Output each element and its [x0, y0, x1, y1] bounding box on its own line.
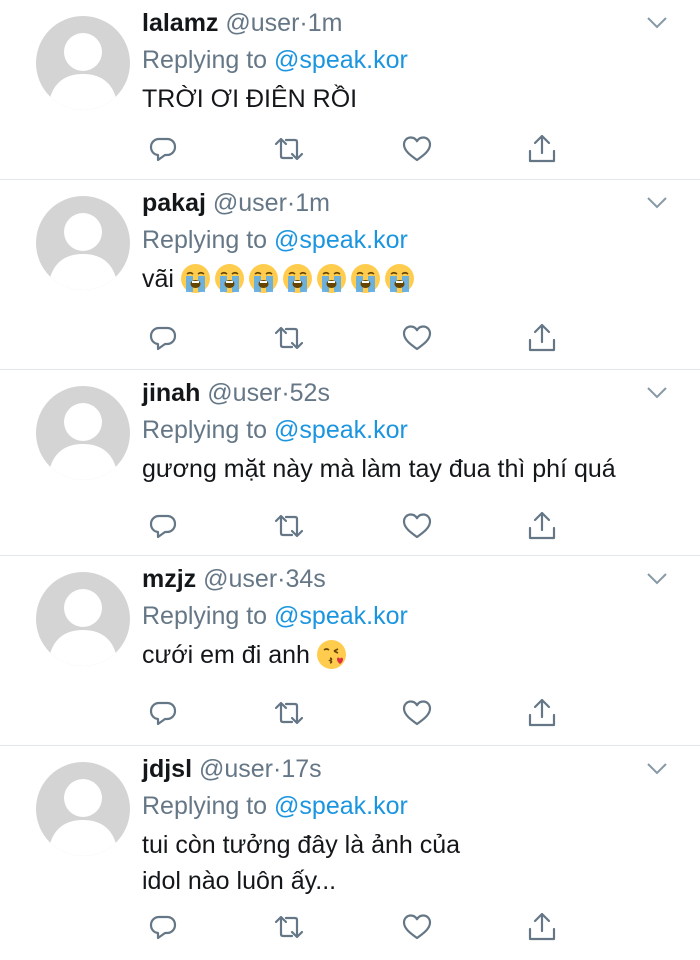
loudly-crying-face-emoji: [282, 264, 312, 293]
mention-link[interactable]: @speak.kor: [274, 602, 408, 630]
retweet-icon[interactable]: [272, 910, 306, 944]
replying-to-label: Replying to: [142, 46, 268, 74]
like-icon[interactable]: [400, 910, 434, 944]
loudly-crying-face-emoji: [180, 264, 210, 293]
like-icon[interactable]: [400, 509, 434, 543]
retweet-icon[interactable]: [272, 509, 306, 543]
reply-icon[interactable]: [146, 696, 180, 730]
tweet-actions: [146, 696, 566, 730]
loudly-crying-face-emoji: [214, 264, 244, 293]
tweet-text-content: cưới em đi anh: [142, 641, 310, 669]
share-icon[interactable]: [525, 132, 559, 166]
timestamp[interactable]: 17s: [281, 755, 321, 783]
tweet[interactable]: mzjz @user·34s Replying to @speak.kor cư…: [0, 556, 700, 746]
display-name[interactable]: pakaj: [142, 189, 206, 217]
display-name[interactable]: lalamz: [142, 9, 218, 37]
loudly-crying-face-emoji: [248, 264, 278, 293]
avatar[interactable]: [36, 196, 130, 290]
tweet-actions: [146, 321, 566, 355]
separator-dot: ·: [281, 379, 290, 407]
timestamp[interactable]: 34s: [285, 565, 325, 593]
chevron-down-icon[interactable]: [646, 386, 668, 400]
mention-link[interactable]: @speak.kor: [274, 792, 408, 820]
separator-dot: ·: [286, 189, 296, 217]
user-handle[interactable]: @user: [199, 755, 273, 783]
tweet-text-content: vãi: [142, 265, 174, 293]
loudly-crying-face-emoji: [316, 264, 346, 293]
user-handle[interactable]: @user: [213, 189, 287, 217]
reply-icon[interactable]: [146, 910, 180, 944]
tweet-text: TRỜI ƠI ĐIÊN RỒI: [142, 85, 358, 113]
tweet[interactable]: pakaj @user·1m Replying to @speak.kor vã…: [0, 180, 700, 370]
replying-to-label: Replying to: [142, 226, 268, 254]
chevron-down-icon[interactable]: [646, 16, 668, 30]
loudly-crying-face-emoji: [384, 264, 414, 293]
chevron-down-icon[interactable]: [646, 762, 668, 776]
replying-to-label: Replying to: [142, 792, 268, 820]
avatar[interactable]: [36, 386, 130, 480]
share-icon[interactable]: [525, 509, 559, 543]
replying-to: Replying to @speak.kor: [142, 415, 680, 445]
tweet-header: mzjz @user·34s: [142, 564, 680, 594]
tweet-actions: [146, 509, 566, 543]
reply-icon[interactable]: [146, 132, 180, 166]
retweet-icon[interactable]: [272, 132, 306, 166]
timestamp[interactable]: 52s: [290, 379, 330, 407]
emoji-row: [316, 640, 351, 669]
tweet-actions: [146, 132, 566, 166]
avatar[interactable]: [36, 16, 130, 110]
separator-dot: ·: [299, 9, 308, 37]
chevron-down-icon[interactable]: [646, 196, 668, 210]
replying-to: Replying to @speak.kor: [142, 225, 680, 255]
chevron-down-icon[interactable]: [646, 572, 668, 586]
like-icon[interactable]: [400, 132, 434, 166]
tweet-text: cưới em đi anh: [142, 637, 680, 673]
display-name[interactable]: jdjsl: [142, 755, 192, 783]
tweet-header: jdjsl @user·17s: [142, 754, 680, 784]
replying-to-label: Replying to: [142, 416, 268, 444]
tweet[interactable]: jdjsl @user·17s Replying to @speak.kor t…: [0, 746, 700, 960]
loudly-crying-face-emoji: [350, 264, 380, 293]
emoji-row: [180, 264, 419, 293]
timestamp[interactable]: 1m: [308, 9, 343, 37]
like-icon[interactable]: [400, 321, 434, 355]
retweet-icon[interactable]: [272, 696, 306, 730]
mention-link[interactable]: @speak.kor: [274, 226, 408, 254]
replying-to: Replying to @speak.kor: [142, 45, 680, 75]
replying-to: Replying to @speak.kor: [142, 791, 680, 821]
share-icon[interactable]: [525, 910, 559, 944]
tweet[interactable]: jinah @user·52s Replying to @speak.kor g…: [0, 370, 700, 556]
avatar[interactable]: [36, 572, 130, 666]
mention-link[interactable]: @speak.kor: [274, 416, 408, 444]
user-handle[interactable]: @user: [225, 9, 299, 37]
tweet-text: tui còn tưởng đây là ảnh của idol nào lu…: [142, 831, 461, 895]
like-icon[interactable]: [400, 696, 434, 730]
reply-icon[interactable]: [146, 321, 180, 355]
face-blowing-a-kiss-emoji: [316, 640, 346, 669]
display-name[interactable]: mzjz: [142, 565, 196, 593]
user-handle[interactable]: @user: [207, 379, 281, 407]
mention-link[interactable]: @speak.kor: [274, 46, 408, 74]
retweet-icon[interactable]: [272, 321, 306, 355]
avatar[interactable]: [36, 762, 130, 856]
tweet-header: jinah @user·52s: [142, 378, 680, 408]
timestamp[interactable]: 1m: [295, 189, 330, 217]
tweet[interactable]: lalamz @user·1m Replying to @speak.kor T…: [0, 0, 700, 180]
replying-to: Replying to @speak.kor: [142, 601, 680, 631]
tweet-actions: [146, 910, 566, 944]
reply-icon[interactable]: [146, 509, 180, 543]
tweet-text: gương mặt này mà làm tay đua thì phí quá: [142, 455, 616, 483]
share-icon[interactable]: [525, 321, 559, 355]
tweet-header: lalamz @user·1m: [142, 8, 680, 38]
display-name[interactable]: jinah: [142, 379, 200, 407]
tweet-header: pakaj @user·1m: [142, 188, 680, 218]
tweet-text: vãi: [142, 261, 680, 297]
user-handle[interactable]: @user: [203, 565, 277, 593]
share-icon[interactable]: [525, 696, 559, 730]
replying-to-label: Replying to: [142, 602, 268, 630]
